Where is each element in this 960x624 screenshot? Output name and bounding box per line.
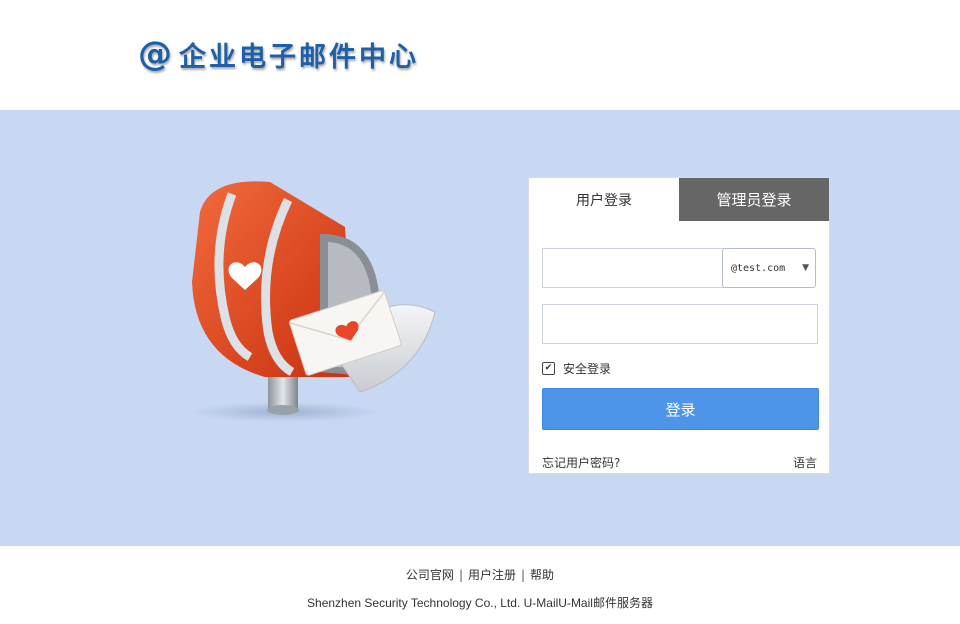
password-row — [542, 304, 818, 344]
header: @ 企业电子邮件中心 — [0, 0, 960, 110]
secure-login-checkbox[interactable]: ✔ — [542, 361, 555, 375]
login-band: 用户登录 管理员登录 @test.com ▼ ✔ 安全登录 登录 忘记用户密码?… — [0, 110, 960, 546]
login-panel: 用户登录 管理员登录 @test.com ▼ ✔ 安全登录 登录 忘记用户密码?… — [528, 177, 830, 474]
logo: @ 企业电子邮件中心 — [138, 34, 419, 74]
username-row: @test.com ▼ — [542, 248, 818, 288]
forgot-password-link[interactable]: 忘记用户密码? — [542, 454, 620, 471]
username-input[interactable] — [542, 248, 724, 288]
footer-links: 公司官网 | 用户注册 | 帮助 — [0, 566, 960, 583]
secure-login-label: 安全登录 — [563, 361, 612, 376]
login-tabs: 用户登录 管理员登录 — [529, 178, 829, 221]
domain-select-value: @test.com — [731, 262, 786, 274]
copyright-text: Shenzhen Security Technology Co., Ltd. U… — [307, 596, 653, 610]
footer-separator: | — [458, 568, 463, 582]
tab-user-login[interactable]: 用户登录 — [529, 178, 679, 221]
language-link[interactable]: 语言 — [793, 454, 817, 471]
chevron-down-icon: ▼ — [802, 263, 809, 273]
login-button[interactable]: 登录 — [542, 388, 819, 430]
password-input[interactable] — [542, 304, 818, 344]
domain-select[interactable]: @test.com ▼ — [722, 248, 816, 288]
footer-link-company-site[interactable]: 公司官网 — [406, 568, 454, 582]
footer-link-register[interactable]: 用户注册 — [468, 568, 516, 582]
footer-separator: | — [521, 568, 526, 582]
tab-admin-login[interactable]: 管理员登录 — [679, 178, 829, 221]
logo-at-icon: @ — [138, 34, 175, 74]
mailbox-illustration-icon — [190, 181, 436, 422]
logo-title: 企业电子邮件中心 — [179, 41, 419, 73]
footer-link-help[interactable]: 帮助 — [530, 568, 554, 582]
secure-login: ✔ 安全登录 — [542, 359, 611, 377]
